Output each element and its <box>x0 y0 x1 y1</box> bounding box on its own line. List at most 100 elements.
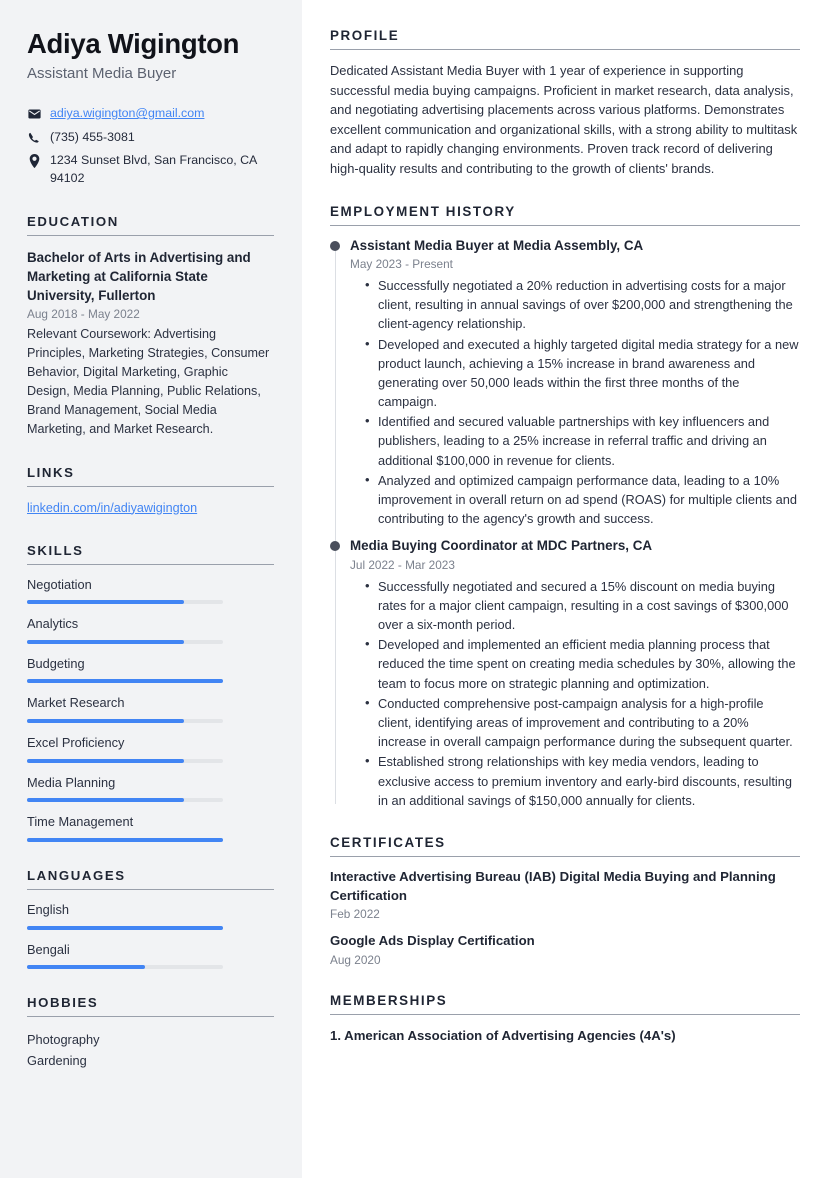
memberships-heading: MEMBERSHIPS <box>330 993 800 1016</box>
skill-level-track <box>27 719 223 724</box>
envelope-icon <box>27 106 41 122</box>
education-date: Aug 2018 - May 2022 <box>27 306 140 321</box>
profile-heading: PROFILE <box>330 28 800 50</box>
contact-list: adiya.wigington@gmail.com (735) 455-3081… <box>27 105 274 187</box>
job-date: Jul 2022 - Mar 2023 <box>350 558 455 573</box>
education-degree: Bachelor of Arts in Advertising and Mark… <box>27 249 251 303</box>
job-bullet: Analyzed and optimized campaign performa… <box>365 470 800 529</box>
education-description: Relevant Coursework: Advertising Princip… <box>27 327 270 436</box>
job-title: Media Buying Coordinator at MDC Partners… <box>350 538 653 554</box>
skill-level-fill <box>27 639 184 644</box>
phone-icon <box>27 130 41 146</box>
skill-level-fill <box>27 758 184 763</box>
profile-section: PROFILE Dedicated Assistant Media Buyer … <box>330 28 800 179</box>
job-bullet: Successfully negotiated and secured a 15… <box>365 576 800 635</box>
header-job-title: Assistant Media Buyer <box>27 64 177 82</box>
skill-label: Time Management <box>27 814 134 830</box>
linkedin-link[interactable]: linkedin.com/in/adiyawigington <box>27 501 197 515</box>
languages-section: LANGUAGES English Bengali <box>27 868 274 970</box>
skill-label: Budgeting <box>27 655 85 671</box>
job-bullets: Successfully negotiated and secured a 15… <box>350 576 800 810</box>
location-pin-icon <box>27 153 41 169</box>
skill-level-track <box>27 600 223 605</box>
contact-phone-text: (735) 455-3081 <box>50 129 135 144</box>
language-item: Bengali <box>27 942 274 970</box>
skill-level-track <box>27 679 223 684</box>
job-date: May 2023 - Present <box>350 257 453 272</box>
certificates-section: CERTIFICATES Interactive Advertising Bur… <box>330 835 800 968</box>
skill-level-fill <box>27 837 223 842</box>
language-label: English <box>27 901 69 917</box>
resume-page: Adiya Wigington Assistant Media Buyer ad… <box>0 0 833 1178</box>
contact-email-row[interactable]: adiya.wigington@gmail.com <box>27 105 274 123</box>
membership-item: 1. American Association of Advertising A… <box>330 1028 676 1044</box>
language-item: English <box>27 902 274 930</box>
job-entry: Media Buying Coordinator at MDC Partners… <box>330 537 800 810</box>
skills-heading: SKILLS <box>27 543 274 565</box>
certificates-heading: CERTIFICATES <box>330 835 800 857</box>
email-link[interactable]: adiya.wigington@gmail.com <box>50 106 204 120</box>
skill-label: Excel Proficiency <box>27 735 125 751</box>
contact-address-text: 1234 Sunset Blvd, San Francisco, CA 9410… <box>50 153 257 185</box>
certificate-name: Interactive Advertising Bureau (IAB) Dig… <box>330 868 776 903</box>
skill-label: Analytics <box>27 616 79 632</box>
page-title: Adiya Wigington <box>27 28 240 59</box>
sidebar: Adiya Wigington Assistant Media Buyer ad… <box>0 0 302 1178</box>
skill-level-track <box>27 639 223 644</box>
skill-item: Negotiation <box>27 577 274 605</box>
skill-item: Market Research <box>27 695 274 724</box>
skill-item: Time Management <box>27 814 274 842</box>
skill-item: Excel Proficiency <box>27 735 274 763</box>
certificate-date: Aug 2020 <box>330 952 381 967</box>
job-bullets: Successfully negotiated a 20% reduction … <box>350 275 800 529</box>
certificate-item: Google Ads Display Certification Aug 202… <box>330 932 800 968</box>
hobbies-heading: HOBBIES <box>27 995 274 1018</box>
skill-level-fill <box>27 600 184 605</box>
certificate-item: Interactive Advertising Bureau (IAB) Dig… <box>330 868 800 923</box>
hobbies-section: HOBBIES Photography Gardening <box>27 995 274 1071</box>
job-bullet: Successfully negotiated a 20% reduction … <box>365 275 800 334</box>
language-level-track <box>27 925 223 930</box>
job-bullet: Established strong relationships with ke… <box>365 751 800 810</box>
skill-level-track <box>27 837 223 842</box>
language-level-fill <box>27 925 223 930</box>
skill-item: Analytics <box>27 616 274 644</box>
contact-phone-row: (735) 455-3081 <box>27 129 274 147</box>
job-entry: Assistant Media Buyer at Media Assembly,… <box>330 237 800 529</box>
education-section: EDUCATION Bachelor of Arts in Advertisin… <box>27 214 274 439</box>
skill-level-track <box>27 798 223 803</box>
contact-address-row: 1234 Sunset Blvd, San Francisco, CA 9410… <box>27 152 274 187</box>
skill-label: Market Research <box>27 695 125 711</box>
main-column: PROFILE Dedicated Assistant Media Buyer … <box>302 0 833 1178</box>
contact-email-text: adiya.wigington@gmail.com <box>50 105 274 123</box>
links-section: LINKS linkedin.com/in/adiyawigington <box>27 465 274 517</box>
skill-item: Media Planning <box>27 775 274 803</box>
job-bullet: Developed and implemented an efficient m… <box>365 634 800 693</box>
certificate-name: Google Ads Display Certification <box>330 932 535 948</box>
skills-section: SKILLS Negotiation Analytics Budgeting M… <box>27 543 274 842</box>
job-title: Assistant Media Buyer at Media Assembly,… <box>350 237 644 253</box>
job-bullet: Developed and executed a highly targeted… <box>365 334 800 412</box>
language-level-track <box>27 965 223 970</box>
timeline-dot-icon <box>330 240 340 251</box>
profile-text: Dedicated Assistant Media Buyer with 1 y… <box>330 63 798 177</box>
hobby-item: Gardening <box>27 1053 87 1069</box>
skill-level-fill <box>27 719 184 724</box>
timeline-dot-icon <box>330 541 340 552</box>
employment-history-heading: EMPLOYMENT HISTORY <box>330 204 800 226</box>
job-bullet: Conducted comprehensive post-campaign an… <box>365 693 800 752</box>
memberships-section: MEMBERSHIPS 1. American Association of A… <box>330 993 800 1045</box>
employment-timeline: Assistant Media Buyer at Media Assembly,… <box>330 237 800 810</box>
skill-level-fill <box>27 798 184 803</box>
skill-item: Budgeting <box>27 656 274 684</box>
links-heading: LINKS <box>27 465 274 487</box>
job-bullet: Identified and secured valuable partners… <box>365 411 800 470</box>
skill-level-fill <box>27 679 223 684</box>
skill-level-track <box>27 758 223 763</box>
employment-history-section: EMPLOYMENT HISTORY Assistant Media Buyer… <box>330 204 800 810</box>
education-heading: EDUCATION <box>27 214 274 236</box>
hobby-item: Photography <box>27 1032 100 1048</box>
certificate-date: Feb 2022 <box>330 907 380 922</box>
language-label: Bengali <box>27 941 70 957</box>
languages-heading: LANGUAGES <box>27 868 274 890</box>
